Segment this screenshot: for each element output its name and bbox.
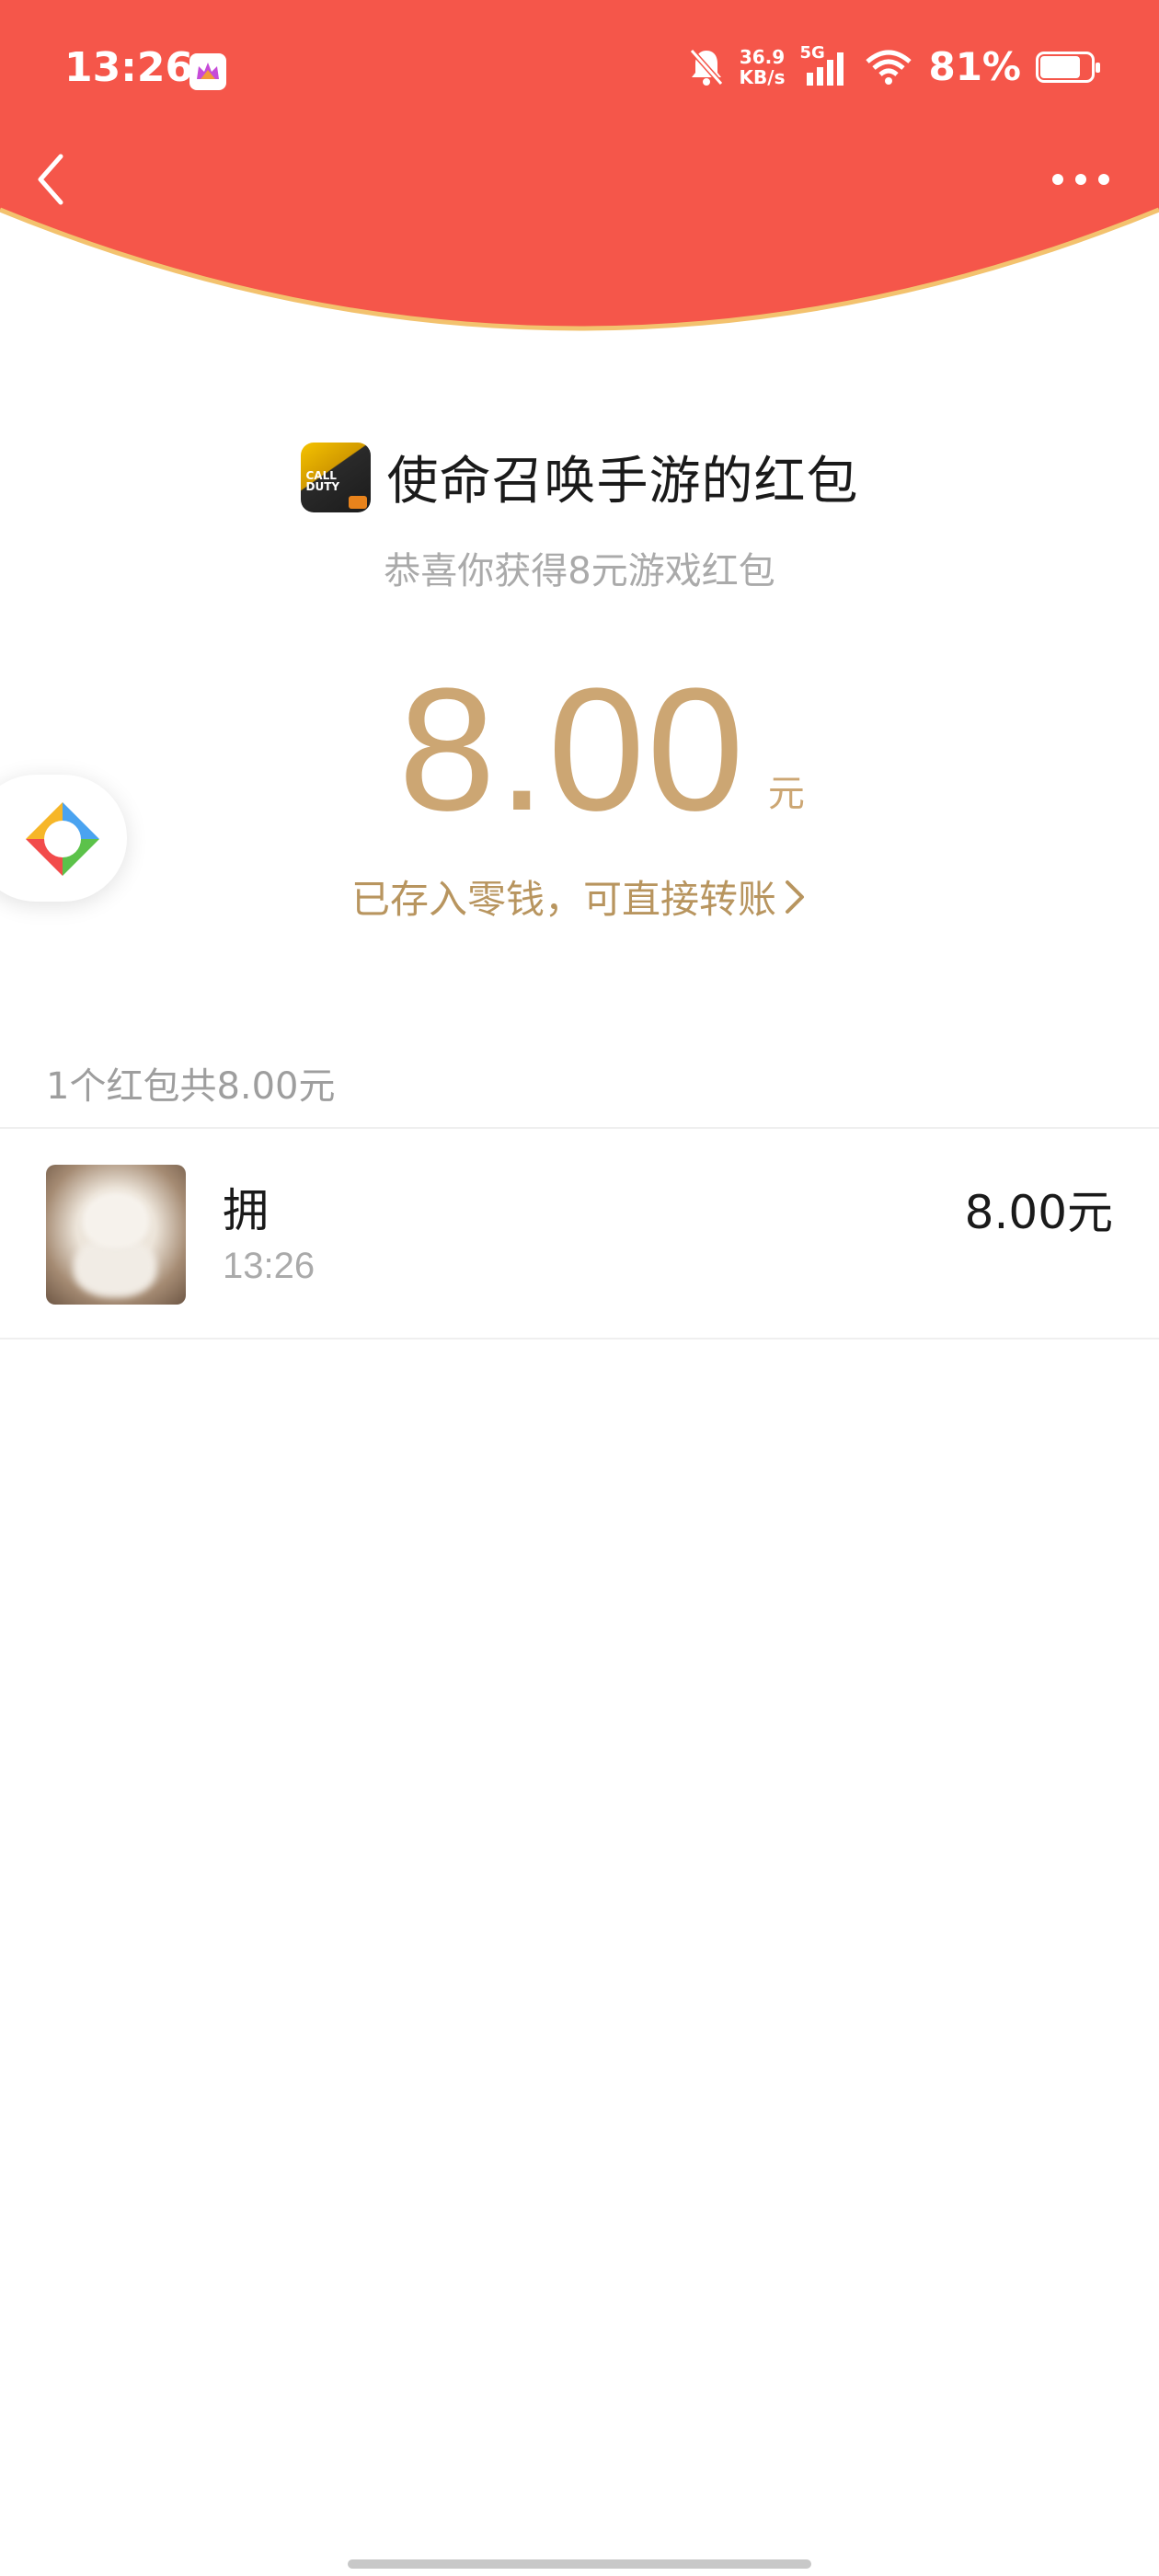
game-icon-text: CALL DUTY [305, 468, 340, 493]
more-dots-icon [1052, 174, 1109, 185]
battery-icon [1036, 51, 1100, 83]
packet-summary: 1个红包共8.00元 [46, 1065, 336, 1108]
record-time: 13:26 [223, 1246, 316, 1286]
net-speed-value: 36.9 [739, 45, 786, 68]
mute-bell-icon [689, 48, 723, 86]
more-button[interactable] [1049, 166, 1113, 193]
packet-subtitle: 恭喜你获得8元游戏红包 [384, 550, 775, 592]
amount-row: 8.00 元 [0, 662, 1159, 837]
chevron-right-icon [786, 880, 804, 914]
back-button[interactable] [33, 149, 70, 210]
chevron-left-icon [38, 154, 63, 205]
game-icon[interactable]: CALL DUTY [300, 442, 371, 512]
status-indicators: 36.9 KB/s 5G 81% [688, 43, 1100, 89]
deposit-link-text: 已存入零钱，可直接转账 [350, 877, 776, 922]
colorful-diamond-icon [26, 802, 99, 876]
home-indicator[interactable] [348, 2559, 811, 2569]
avatar [46, 1165, 186, 1305]
packet-amount: 8.00 [398, 652, 746, 847]
record-amount: 8.00元 [964, 1186, 1113, 1239]
packet-amount-unit: 元 [767, 773, 805, 815]
packet-title: 使命召唤手游的红包 [386, 452, 859, 512]
net-speed: 36.9 KB/s [740, 47, 786, 87]
app-icon [189, 53, 226, 90]
game-icon-badge [348, 495, 367, 509]
record-name: 拥 [223, 1184, 269, 1237]
list-item[interactable]: 拥 13:26 8.00元 [0, 1128, 1159, 1338]
red-packet-detail-page: 13:26 36.9 KB/s 5G 81% CALL DUTY 使命召唤手游的… [0, 0, 1159, 2576]
avatar-cat-head [83, 1192, 149, 1248]
signal-icon: 5G [799, 43, 849, 87]
battery-fill [1040, 55, 1080, 78]
status-bar: 13:26 36.9 KB/s 5G 81% [0, 0, 1159, 138]
floating-assistant-button[interactable] [0, 775, 127, 902]
packet-title-row: CALL DUTY 使命召唤手游的红包 [0, 440, 1159, 514]
divider-bottom [0, 1338, 1159, 1340]
wifi-icon [866, 50, 912, 85]
status-time: 13:26 [64, 44, 194, 91]
net-speed-unit: KB/s [739, 65, 786, 88]
battery-percent: 81% [928, 44, 1021, 89]
deposit-link[interactable]: 已存入零钱，可直接转账 [0, 868, 1159, 925]
